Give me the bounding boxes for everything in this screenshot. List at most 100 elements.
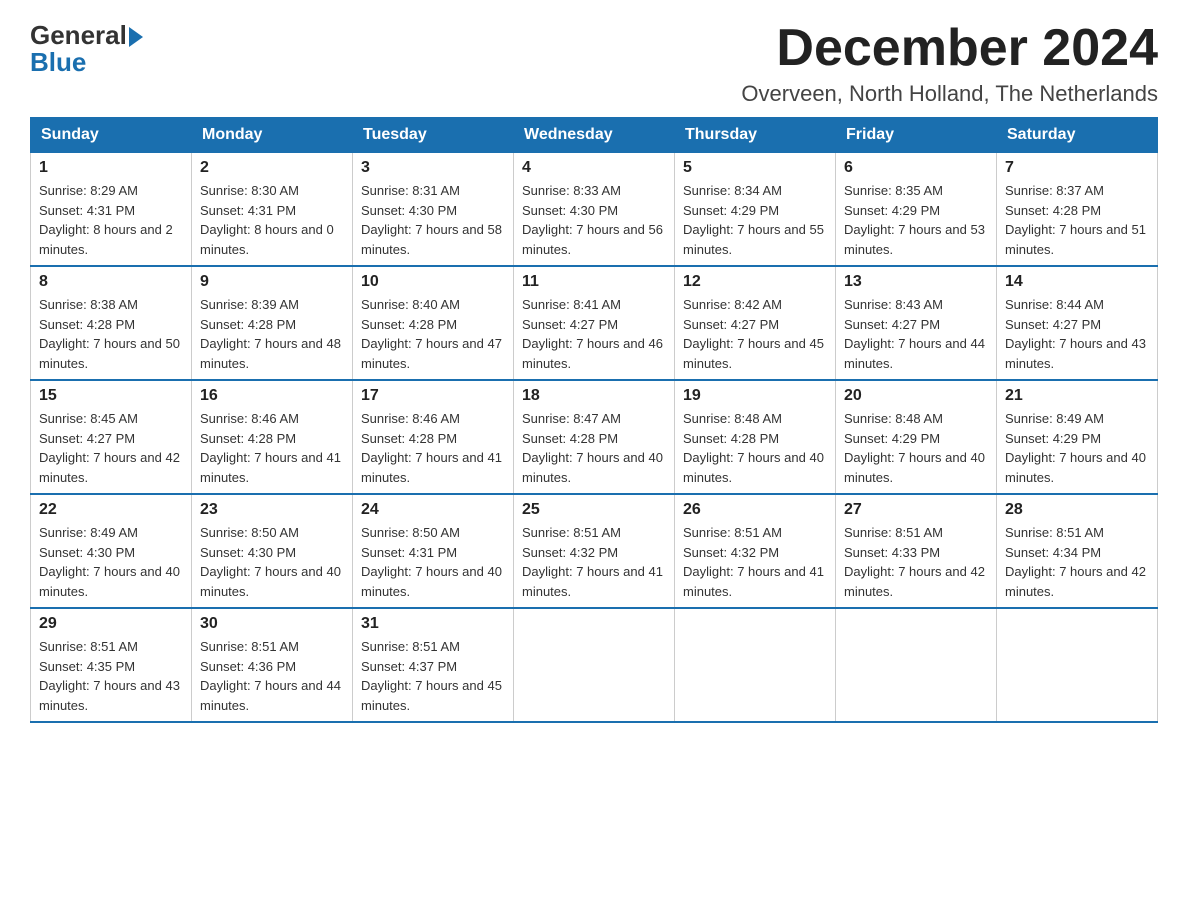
title-area: December 2024 Overveen, North Holland, T… <box>741 20 1158 107</box>
calendar-cell: 3 Sunrise: 8:31 AMSunset: 4:30 PMDaylight… <box>353 153 514 267</box>
header-day-tuesday: Tuesday <box>353 118 514 153</box>
day-info: Sunrise: 8:51 AMSunset: 4:32 PMDaylight:… <box>683 523 827 601</box>
day-info: Sunrise: 8:33 AMSunset: 4:30 PMDaylight:… <box>522 181 666 259</box>
logo-arrow-icon <box>129 27 143 47</box>
day-number: 25 <box>522 501 666 519</box>
day-info: Sunrise: 8:50 AMSunset: 4:30 PMDaylight:… <box>200 523 344 601</box>
calendar-cell: 24 Sunrise: 8:50 AMSunset: 4:31 PMDayligh… <box>353 494 514 608</box>
calendar-cell: 2 Sunrise: 8:30 AMSunset: 4:31 PMDaylight… <box>192 153 353 267</box>
calendar-body: 1Sunrise: 8:29 AMSunset: 4:31 PMDaylight… <box>31 153 1158 723</box>
day-number: 5 <box>683 159 827 177</box>
calendar-cell <box>514 608 675 722</box>
header-day-friday: Friday <box>836 118 997 153</box>
calendar-cell: 10 Sunrise: 8:40 AMSunset: 4:28 PMDayligh… <box>353 266 514 380</box>
day-number: 30 <box>200 615 344 633</box>
calendar-cell <box>997 608 1158 722</box>
calendar-cell: 13Sunrise: 8:43 AMSunset: 4:27 PMDayligh… <box>836 266 997 380</box>
day-number: 19 <box>683 387 827 405</box>
day-number: 11 <box>522 273 666 291</box>
day-info: Sunrise: 8:51 AMSunset: 4:34 PMDaylight:… <box>1005 523 1149 601</box>
day-info: Sunrise: 8:46 AMSunset: 4:28 PMDaylight:… <box>200 409 344 487</box>
day-number: 2 <box>200 159 344 177</box>
day-info: Sunrise: 8:39 AMSunset: 4:28 PMDaylight:… <box>200 295 344 373</box>
calendar-cell: 30Sunrise: 8:51 AMSunset: 4:36 PMDayligh… <box>192 608 353 722</box>
calendar-cell: 18 Sunrise: 8:47 AMSunset: 4:28 PMDayligh… <box>514 380 675 494</box>
day-info: Sunrise: 8:31 AMSunset: 4:30 PMDaylight:… <box>361 181 505 259</box>
day-info: Sunrise: 8:44 AMSunset: 4:27 PMDaylight:… <box>1005 295 1149 373</box>
day-info: Sunrise: 8:30 AMSunset: 4:31 PMDaylight:… <box>200 181 344 259</box>
day-number: 7 <box>1005 159 1149 177</box>
day-number: 1 <box>39 159 183 177</box>
day-number: 13 <box>844 273 988 291</box>
calendar-cell: 5 Sunrise: 8:34 AMSunset: 4:29 PMDaylight… <box>675 153 836 267</box>
calendar-table: SundayMondayTuesdayWednesdayThursdayFrid… <box>30 117 1158 723</box>
header: General Blue December 2024 Overveen, Nor… <box>30 20 1158 107</box>
day-number: 6 <box>844 159 988 177</box>
day-number: 31 <box>361 615 505 633</box>
week-row-2: 8 Sunrise: 8:38 AMSunset: 4:28 PMDaylight… <box>31 266 1158 380</box>
day-info: Sunrise: 8:47 AMSunset: 4:28 PMDaylight:… <box>522 409 666 487</box>
day-number: 10 <box>361 273 505 291</box>
day-number: 27 <box>844 501 988 519</box>
header-row: SundayMondayTuesdayWednesdayThursdayFrid… <box>31 118 1158 153</box>
day-info: Sunrise: 8:40 AMSunset: 4:28 PMDaylight:… <box>361 295 505 373</box>
month-title: December 2024 <box>741 20 1158 77</box>
header-day-saturday: Saturday <box>997 118 1158 153</box>
day-number: 26 <box>683 501 827 519</box>
logo-blue-text: Blue <box>30 47 86 78</box>
day-info: Sunrise: 8:51 AMSunset: 4:35 PMDaylight:… <box>39 637 183 715</box>
logo: General Blue <box>30 20 143 78</box>
day-info: Sunrise: 8:38 AMSunset: 4:28 PMDaylight:… <box>39 295 183 373</box>
day-info: Sunrise: 8:46 AMSunset: 4:28 PMDaylight:… <box>361 409 505 487</box>
calendar-cell <box>675 608 836 722</box>
day-info: Sunrise: 8:37 AMSunset: 4:28 PMDaylight:… <box>1005 181 1149 259</box>
calendar-cell: 26 Sunrise: 8:51 AMSunset: 4:32 PMDayligh… <box>675 494 836 608</box>
day-info: Sunrise: 8:51 AMSunset: 4:33 PMDaylight:… <box>844 523 988 601</box>
day-number: 14 <box>1005 273 1149 291</box>
day-info: Sunrise: 8:34 AMSunset: 4:29 PMDaylight:… <box>683 181 827 259</box>
day-number: 4 <box>522 159 666 177</box>
day-info: Sunrise: 8:51 AMSunset: 4:37 PMDaylight:… <box>361 637 505 715</box>
calendar-cell: 17 Sunrise: 8:46 AMSunset: 4:28 PMDayligh… <box>353 380 514 494</box>
day-number: 22 <box>39 501 183 519</box>
header-day-sunday: Sunday <box>31 118 192 153</box>
calendar-cell: 12 Sunrise: 8:42 AMSunset: 4:27 PMDayligh… <box>675 266 836 380</box>
calendar-cell: 11Sunrise: 8:41 AMSunset: 4:27 PMDayligh… <box>514 266 675 380</box>
day-number: 18 <box>522 387 666 405</box>
calendar-cell: 7 Sunrise: 8:37 AMSunset: 4:28 PMDaylight… <box>997 153 1158 267</box>
calendar-cell: 1Sunrise: 8:29 AMSunset: 4:31 PMDaylight… <box>31 153 192 267</box>
day-number: 12 <box>683 273 827 291</box>
day-info: Sunrise: 8:45 AMSunset: 4:27 PMDaylight:… <box>39 409 183 487</box>
day-number: 28 <box>1005 501 1149 519</box>
day-number: 3 <box>361 159 505 177</box>
day-number: 8 <box>39 273 183 291</box>
header-day-thursday: Thursday <box>675 118 836 153</box>
calendar-cell: 4 Sunrise: 8:33 AMSunset: 4:30 PMDaylight… <box>514 153 675 267</box>
calendar-cell: 27 Sunrise: 8:51 AMSunset: 4:33 PMDayligh… <box>836 494 997 608</box>
calendar-header: SundayMondayTuesdayWednesdayThursdayFrid… <box>31 118 1158 153</box>
calendar-cell: 9Sunrise: 8:39 AMSunset: 4:28 PMDaylight… <box>192 266 353 380</box>
header-day-monday: Monday <box>192 118 353 153</box>
day-info: Sunrise: 8:50 AMSunset: 4:31 PMDaylight:… <box>361 523 505 601</box>
day-info: Sunrise: 8:48 AMSunset: 4:28 PMDaylight:… <box>683 409 827 487</box>
calendar-cell: 31 Sunrise: 8:51 AMSunset: 4:37 PMDayligh… <box>353 608 514 722</box>
week-row-1: 1Sunrise: 8:29 AMSunset: 4:31 PMDaylight… <box>31 153 1158 267</box>
day-info: Sunrise: 8:35 AMSunset: 4:29 PMDaylight:… <box>844 181 988 259</box>
calendar-cell: 25Sunrise: 8:51 AMSunset: 4:32 PMDayligh… <box>514 494 675 608</box>
day-number: 20 <box>844 387 988 405</box>
day-info: Sunrise: 8:42 AMSunset: 4:27 PMDaylight:… <box>683 295 827 373</box>
calendar-cell: 14 Sunrise: 8:44 AMSunset: 4:27 PMDayligh… <box>997 266 1158 380</box>
calendar-cell: 8 Sunrise: 8:38 AMSunset: 4:28 PMDaylight… <box>31 266 192 380</box>
week-row-5: 29 Sunrise: 8:51 AMSunset: 4:35 PMDayligh… <box>31 608 1158 722</box>
day-number: 16 <box>200 387 344 405</box>
day-number: 23 <box>200 501 344 519</box>
calendar-cell: 22Sunrise: 8:49 AMSunset: 4:30 PMDayligh… <box>31 494 192 608</box>
day-number: 29 <box>39 615 183 633</box>
calendar-cell: 19 Sunrise: 8:48 AMSunset: 4:28 PMDayligh… <box>675 380 836 494</box>
day-info: Sunrise: 8:48 AMSunset: 4:29 PMDaylight:… <box>844 409 988 487</box>
calendar-cell: 29 Sunrise: 8:51 AMSunset: 4:35 PMDayligh… <box>31 608 192 722</box>
day-info: Sunrise: 8:49 AMSunset: 4:29 PMDaylight:… <box>1005 409 1149 487</box>
day-number: 17 <box>361 387 505 405</box>
day-number: 24 <box>361 501 505 519</box>
calendar-cell <box>836 608 997 722</box>
